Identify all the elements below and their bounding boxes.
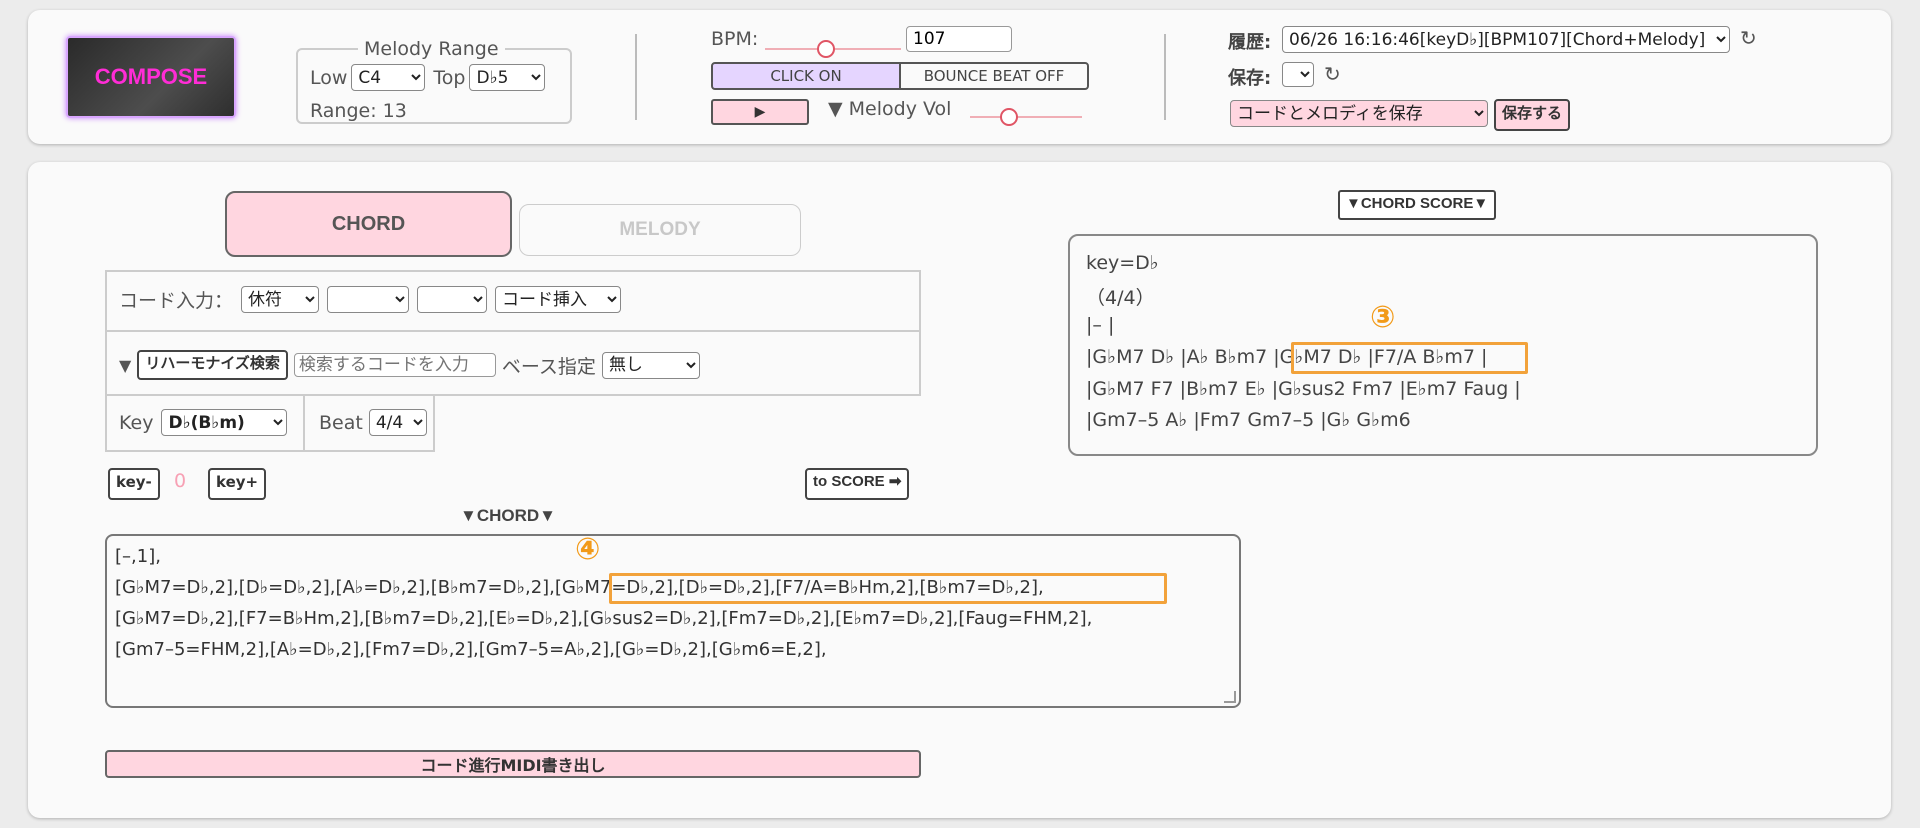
bpm-slider-knob[interactable] bbox=[817, 40, 835, 58]
score-line: key=D♭ bbox=[1086, 252, 1159, 274]
melody-range-legend: Melody Range bbox=[364, 38, 499, 60]
save-refresh-icon[interactable]: ↻ bbox=[1324, 62, 1341, 86]
score-line: |– | bbox=[1086, 314, 1115, 336]
key-select[interactable]: D♭(B♭m) bbox=[161, 409, 288, 436]
play-button[interactable]: ▶ bbox=[711, 99, 809, 125]
bpm-slider[interactable] bbox=[765, 40, 901, 58]
play-icon: ▶ bbox=[754, 104, 766, 120]
chord-input-label: コード入力： bbox=[119, 290, 234, 312]
bounce-beat-toggle[interactable]: BOUNCE BEAT OFF bbox=[899, 62, 1089, 90]
form-divider bbox=[107, 330, 919, 332]
save-button[interactable]: 保存する bbox=[1494, 99, 1571, 131]
transpose-value: 0 bbox=[174, 470, 187, 492]
form-divider bbox=[303, 394, 305, 450]
to-score-button[interactable]: to SCORE ➡ bbox=[805, 468, 910, 500]
key-down-button[interactable]: key- bbox=[108, 468, 160, 500]
reharm-search-button[interactable]: リハーモナイズ検索 bbox=[137, 350, 288, 380]
chord-score-toggle-button[interactable]: ▼CHORD SCORE▼ bbox=[1338, 190, 1497, 220]
tab-melody[interactable]: MELODY bbox=[519, 204, 801, 256]
chord-midi-export-button[interactable]: コード進行MIDI書き出し bbox=[105, 750, 921, 778]
annotation-marker-3: ③ bbox=[1370, 300, 1396, 335]
compose-button[interactable]: COMPOSE bbox=[66, 36, 236, 118]
low-note-select[interactable]: C4 bbox=[351, 64, 426, 91]
score-line: |Gm7–5 A♭ |Fm7 Gm7–5 |G♭ G♭m6 bbox=[1086, 409, 1411, 431]
top-label: Top bbox=[433, 66, 466, 89]
chord-highlight-box bbox=[609, 573, 1167, 604]
click-toggle[interactable]: CLICK ON bbox=[711, 62, 901, 90]
resize-handle[interactable] bbox=[1224, 691, 1236, 703]
chord-input-form: コード入力： 休符 コード挿入 ▼ リハーモナイズ検索 ベース指定 無し bbox=[105, 270, 921, 396]
bass-select[interactable]: 無し bbox=[601, 351, 700, 379]
reharm-toggle-icon[interactable]: ▼ bbox=[119, 356, 131, 375]
chord-type-select[interactable] bbox=[417, 286, 488, 313]
tab-chord[interactable]: CHORD bbox=[225, 191, 512, 257]
chord-search-input[interactable] bbox=[293, 353, 496, 377]
low-label: Low bbox=[310, 66, 348, 89]
melody-vol-label[interactable]: ▼ Melody Vol bbox=[828, 98, 951, 120]
divider bbox=[1164, 34, 1166, 120]
rest-select[interactable]: 休符 bbox=[241, 286, 320, 313]
annotation-marker-4: ④ bbox=[575, 532, 601, 567]
history-refresh-icon[interactable]: ↻ bbox=[1740, 26, 1757, 50]
save-label: 保存: bbox=[1228, 68, 1272, 89]
score-highlight-box bbox=[1291, 342, 1528, 374]
score-line: |G♭M7 F7 |B♭m7 E♭ |G♭sus2 Fm7 |E♭m7 Faug… bbox=[1086, 378, 1521, 400]
chord-section-header: ▼CHORD▼ bbox=[460, 506, 556, 525]
beat-select[interactable]: 4/4 bbox=[368, 409, 427, 436]
chord-line: [Gm7–5=FHM,2],[A♭=D♭,2],[Fm7=D♭,2],[Gm7–… bbox=[115, 639, 827, 660]
chord-line: [G♭M7=D♭,2],[F7=B♭Hm,2],[B♭m7=D♭,2],[E♭=… bbox=[115, 608, 1093, 629]
save-slot-select[interactable] bbox=[1282, 62, 1314, 87]
top-note-select[interactable]: D♭5 bbox=[469, 64, 546, 91]
divider bbox=[635, 34, 637, 120]
key-label: Key bbox=[119, 411, 154, 434]
range-readout: Range: 13 bbox=[310, 100, 407, 122]
beat-label: Beat bbox=[319, 411, 363, 434]
key-up-button[interactable]: key+ bbox=[208, 468, 267, 500]
top-toolbar-panel: COMPOSE Melody Range Low C4 Top D♭5 Rang… bbox=[28, 10, 1891, 144]
melody-vol-slider[interactable] bbox=[970, 108, 1082, 126]
key-beat-box: Key D♭(B♭m) Beat 4/4 bbox=[105, 394, 435, 452]
chord-line: [–,1], bbox=[115, 546, 161, 567]
chord-progression-textarea[interactable]: [–,1], [G♭M7=D♭,2],[D♭=D♭,2],[A♭=D♭,2],[… bbox=[105, 532, 1241, 708]
melody-vol-slider-knob[interactable] bbox=[1000, 108, 1018, 126]
save-mode-select[interactable]: コードとメロディを保存 bbox=[1230, 100, 1488, 127]
melody-range-group: Melody Range Low C4 Top D♭5 Range: 13 bbox=[296, 38, 572, 124]
bpm-label: BPM: bbox=[711, 28, 759, 50]
bpm-input[interactable] bbox=[906, 26, 1012, 52]
chord-insert-select[interactable]: コード挿入 bbox=[495, 286, 622, 313]
bass-label: ベース指定 bbox=[501, 355, 596, 378]
chord-score-display: key=D♭ （4/4） |– | |G♭M7 D♭ |A♭ B♭m7 |G♭M… bbox=[1068, 234, 1818, 456]
main-panel: CHORD MELODY コード入力： 休符 コード挿入 ▼ リハーモナイズ検索… bbox=[28, 162, 1891, 818]
score-line: （4/4） bbox=[1086, 287, 1155, 309]
history-select[interactable]: 06/26 16:16:46[keyD♭][BPM107][Chord+Melo… bbox=[1282, 26, 1730, 53]
chord-root-select[interactable] bbox=[327, 286, 410, 313]
history-label: 履歴: bbox=[1228, 32, 1272, 53]
